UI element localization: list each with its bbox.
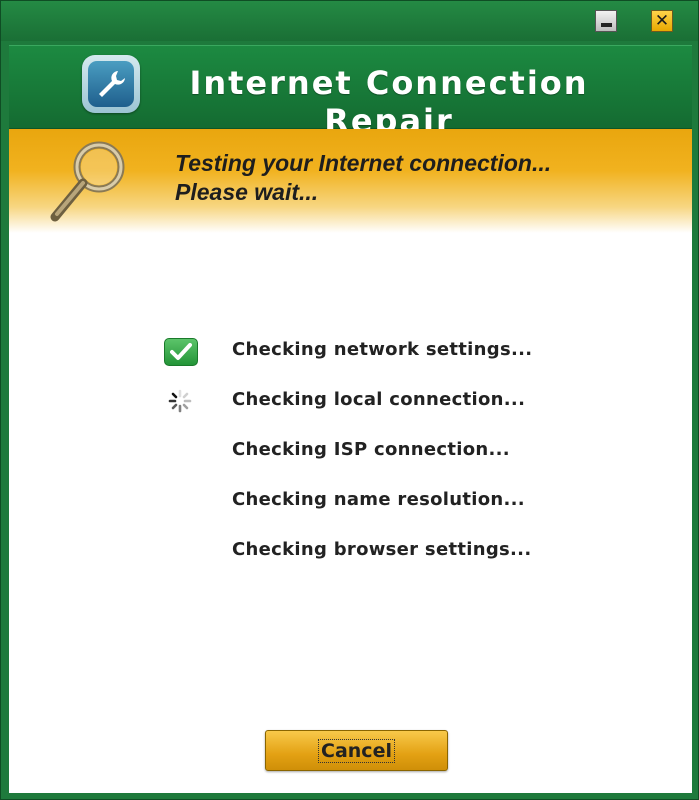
title-bar[interactable]: ✕ — [1, 1, 698, 41]
app-window: ✕ Internet Connection Repair Testing you… — [0, 0, 699, 800]
status-message: Testing your Internet connection... Plea… — [175, 149, 551, 207]
magnifier-icon — [45, 137, 135, 228]
close-icon: ✕ — [654, 10, 670, 31]
minimize-icon — [600, 23, 612, 27]
status-line-1: Testing your Internet connection... — [175, 150, 552, 176]
cancel-button[interactable]: Cancel — [265, 730, 448, 771]
header-banner: Internet Connection Repair — [9, 45, 692, 140]
minimize-button[interactable] — [595, 10, 617, 32]
wrench-icon — [88, 61, 134, 107]
check-label: Checking browser settings... — [232, 539, 532, 560]
cancel-button-label: Cancel — [318, 738, 395, 763]
close-button[interactable]: ✕ — [651, 10, 673, 32]
check-label: Checking name resolution... — [232, 489, 525, 510]
main-content: Checking network settings... Checking lo… — [9, 233, 692, 793]
app-logo — [82, 55, 140, 113]
check-label: Checking local connection... — [232, 389, 526, 410]
spinner-icon — [168, 389, 192, 413]
check-label: Checking network settings... — [232, 339, 533, 360]
check-label: Checking ISP connection... — [232, 439, 510, 460]
status-band: Testing your Internet connection... Plea… — [9, 129, 692, 233]
check-icon — [164, 338, 198, 366]
status-line-2: Please wait... — [175, 179, 319, 205]
